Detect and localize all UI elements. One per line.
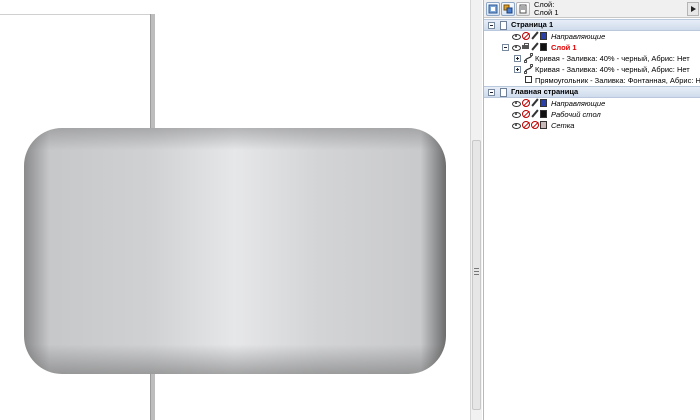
tree-row-master-guides-layer[interactable]: Направляющие xyxy=(484,98,700,109)
rounded-rectangle-object[interactable] xyxy=(24,128,446,374)
vertical-scrollbar[interactable] xyxy=(470,0,482,420)
object-manager-docker: Слой: Слой 1 Страница 1 Направляющие Сло… xyxy=(483,0,700,420)
page-border-top xyxy=(0,14,150,15)
tree-row-master-page[interactable]: Главная страница xyxy=(484,86,700,98)
page-label: Страница 1 xyxy=(511,20,554,29)
no-print-icon[interactable] xyxy=(522,99,530,107)
layer-label: Рабочий стол xyxy=(551,110,601,119)
layers-icon xyxy=(503,4,513,14)
rectangle-icon xyxy=(525,76,532,83)
curve-icon xyxy=(524,53,533,63)
layer-label: Направляющие xyxy=(551,99,606,108)
no-print-icon[interactable] xyxy=(522,32,530,40)
page-icon xyxy=(500,21,507,30)
show-properties-button[interactable] xyxy=(486,2,500,16)
object-tree: Страница 1 Направляющие Слой 1 Кривая - … xyxy=(484,19,700,131)
document-icon xyxy=(519,4,527,14)
edit-across-layers-button[interactable] xyxy=(501,2,515,16)
expand-toggle[interactable] xyxy=(514,55,521,62)
no-edit-icon[interactable] xyxy=(531,121,539,129)
no-print-icon[interactable] xyxy=(522,121,530,129)
eye-icon[interactable] xyxy=(512,121,521,129)
object-label: Прямоугольник - Заливка: Фонтанная, Абри… xyxy=(535,76,700,85)
layer-color-swatch[interactable] xyxy=(540,43,547,51)
layer-label: Направляющие xyxy=(551,32,606,41)
current-layer-caption: Слой: Слой 1 xyxy=(534,1,559,17)
layer-label: Сетка xyxy=(551,121,575,130)
page-label: Главная страница xyxy=(511,87,579,96)
eye-icon[interactable] xyxy=(512,32,521,40)
tree-row-desktop-layer[interactable]: Рабочий стол xyxy=(484,109,700,120)
curve-icon xyxy=(524,64,533,74)
tree-row-object-curve-2[interactable]: Кривая - Заливка: 40% - черный, Абрис: Н… xyxy=(484,64,700,75)
pencil-icon[interactable] xyxy=(531,43,539,51)
tree-row-page-1[interactable]: Страница 1 xyxy=(484,19,700,31)
object-label: Кривая - Заливка: 40% - черный, Абрис: Н… xyxy=(535,65,690,74)
tree-row-object-rectangle[interactable]: Прямоугольник - Заливка: Фонтанная, Абри… xyxy=(484,75,700,86)
printer-icon[interactable] xyxy=(522,43,530,51)
layer-label: Слой 1 xyxy=(551,43,577,52)
drawing-canvas[interactable] xyxy=(0,0,470,420)
expand-toggle[interactable] xyxy=(514,66,521,73)
properties-icon xyxy=(488,4,498,14)
tree-row-grid-layer[interactable]: Сетка xyxy=(484,120,700,131)
pencil-icon[interactable] xyxy=(531,110,539,118)
tree-row-guides-layer[interactable]: Направляющие xyxy=(484,31,700,42)
collapse-toggle[interactable] xyxy=(502,44,509,51)
tree-row-object-curve-1[interactable]: Кривая - Заливка: 40% - черный, Абрис: Н… xyxy=(484,53,700,64)
eye-icon[interactable] xyxy=(512,99,521,107)
tree-row-layer-1[interactable]: Слой 1 xyxy=(484,42,700,53)
layer-color-swatch[interactable] xyxy=(540,121,547,129)
pencil-icon[interactable] xyxy=(531,32,539,40)
object-label: Кривая - Заливка: 40% - черный, Абрис: Н… xyxy=(535,54,690,63)
pencil-icon[interactable] xyxy=(531,99,539,107)
docker-menu-flyout-button[interactable] xyxy=(687,2,699,16)
eye-icon[interactable] xyxy=(512,43,521,51)
no-print-icon[interactable] xyxy=(522,110,530,118)
docker-splitter-grip[interactable] xyxy=(474,268,479,276)
page-icon xyxy=(500,88,507,97)
eye-icon[interactable] xyxy=(512,110,521,118)
layer-color-swatch[interactable] xyxy=(540,110,547,118)
layer-color-swatch[interactable] xyxy=(540,99,547,107)
current-layer-value: Слой 1 xyxy=(534,8,559,17)
layer-color-swatch[interactable] xyxy=(540,32,547,40)
docker-toolbar: Слой: Слой 1 xyxy=(484,0,700,18)
collapse-toggle[interactable] xyxy=(488,22,495,29)
collapse-toggle[interactable] xyxy=(488,89,495,96)
layer-manager-view-button[interactable] xyxy=(516,2,530,16)
